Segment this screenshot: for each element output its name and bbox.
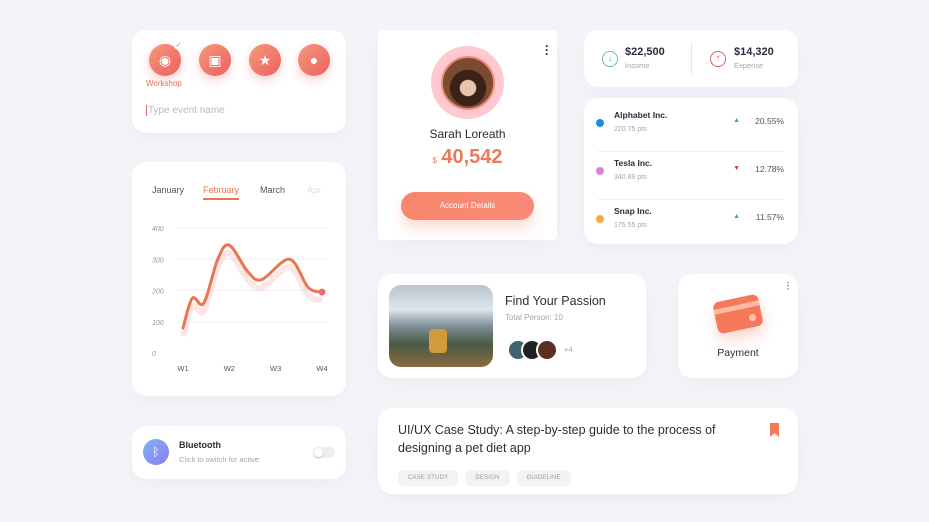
credit-card-icon [712,293,764,335]
triangle-up-icon: ▲ [733,117,740,124]
y-tick-label: 200 [151,289,164,296]
data-point[interactable] [318,288,326,296]
more-icon[interactable]: · · · [787,279,790,295]
income-label: Income [625,61,650,70]
expense-label: Expense [734,61,764,70]
stock-points: 220.75 pts [614,126,647,133]
line-shadow [180,249,323,337]
x-tick-label: W1 [177,364,188,373]
bluetooth-subtitle: Click to switch for active [179,455,260,464]
stock-color-dot [596,119,604,127]
divider [691,42,692,74]
profile-name: Sarah Loreath [429,127,506,141]
triangle-down-icon: ▼ [733,165,740,172]
passion-card[interactable]: Find Your Passion Total Person: 10 +4 [378,274,646,378]
x-tick-label: W4 [316,364,327,373]
avatar [536,339,558,361]
mountain-hiker-image [389,285,493,367]
bluetooth-card: ᛒ Bluetooth Click to switch for active [132,426,346,479]
payment-card[interactable]: · · · Payment [678,274,798,378]
balance: $ 40,542 [378,146,557,169]
stock-change: 20.55% [755,116,784,126]
user-icon[interactable]: ● [298,44,330,76]
stock-color-dot [596,167,604,175]
stock-row[interactable]: Alphabet Inc. 220.75 pts ▲ 20.55% [596,104,784,152]
y-tick-label: 100 [152,320,164,327]
event-name-input[interactable]: Type event name [146,105,225,116]
star-icon[interactable]: ★ [249,44,281,76]
finance-card: ↓ $22,500 Income ↑ $14,320 Expense [584,30,798,87]
chart-card: January February March Apr 0 100 200 300 400… [132,162,346,396]
bookmark-icon[interactable] [770,423,779,437]
y-tick-label: 0 [152,351,156,358]
tag-list: CASE STUDY DESIGN GUIDELINE [398,466,578,486]
article-card[interactable]: UI/UX Case Study: A step-by-step guide t… [378,408,798,494]
gift-icon[interactable]: ▣ [199,44,231,76]
stock-points: 175.55 pts [614,222,647,229]
stock-name: Tesla Inc. [614,158,653,168]
x-tick-label: W3 [270,364,281,373]
y-tick-label: 300 [152,257,164,264]
tag-design[interactable]: DESIGN [465,470,510,486]
triangle-up-icon: ▲ [733,213,740,220]
event-card: ◉ ✓ ▣ ★ ● Workshop Type event name [132,30,346,133]
bluetooth-icon: ᛒ [143,439,169,465]
avatar [431,46,504,119]
check-icon: ✓ [174,41,183,50]
y-tick-label: 400 [152,226,164,233]
currency: $ [432,156,437,165]
stocks-card: Alphabet Inc. 220.75 pts ▲ 20.55% Tesla … [584,98,798,244]
account-details-button[interactable]: Account Details [401,192,534,220]
stock-change: 12.78% [755,164,784,174]
stock-color-dot [596,215,604,223]
selected-event-label: Workshop [146,79,182,88]
x-tick-label: W2 [224,364,235,373]
balance-amount: 40,542 [441,146,503,168]
payment-label: Payment [717,347,759,359]
bluetooth-title: Bluetooth [179,440,221,450]
more-icon[interactable]: · · · [545,40,549,60]
stock-row[interactable]: Tesla Inc. 340.89 pts ▼ 12.78% [596,152,784,200]
income-icon: ↓ [602,51,618,67]
expense-amount: $14,320 [734,46,774,58]
income-amount: $22,500 [625,46,665,58]
tag-guideline[interactable]: GUIDELINE [516,470,571,486]
stock-name: Alphabet Inc. [614,110,668,120]
stock-name: Snap Inc. [614,206,652,216]
passion-title: Find Your Passion [505,294,606,308]
expense-icon: ↑ [710,51,726,67]
article-title[interactable]: UI/UX Case Study: A step-by-step guide t… [398,421,728,457]
line-chart: 0 100 200 300 400 W1 W2 W3 W4 [151,226,328,373]
bluetooth-toggle[interactable] [313,447,335,458]
passion-subtitle: Total Person: 10 [505,313,563,322]
stock-row[interactable]: Snap Inc. 175.55 pts ▲ 11.57% [596,200,784,248]
tag-case-study[interactable]: CASE STUDY [398,470,459,486]
more-members-count: +4 [564,345,573,354]
stock-change: 11.57% [755,212,784,222]
stock-points: 340.89 pts [614,174,647,181]
profile-card: · · · Sarah Loreath $ 40,542 Account Detai… [378,30,557,240]
camera-icon[interactable]: ◉ ✓ [149,41,183,76]
